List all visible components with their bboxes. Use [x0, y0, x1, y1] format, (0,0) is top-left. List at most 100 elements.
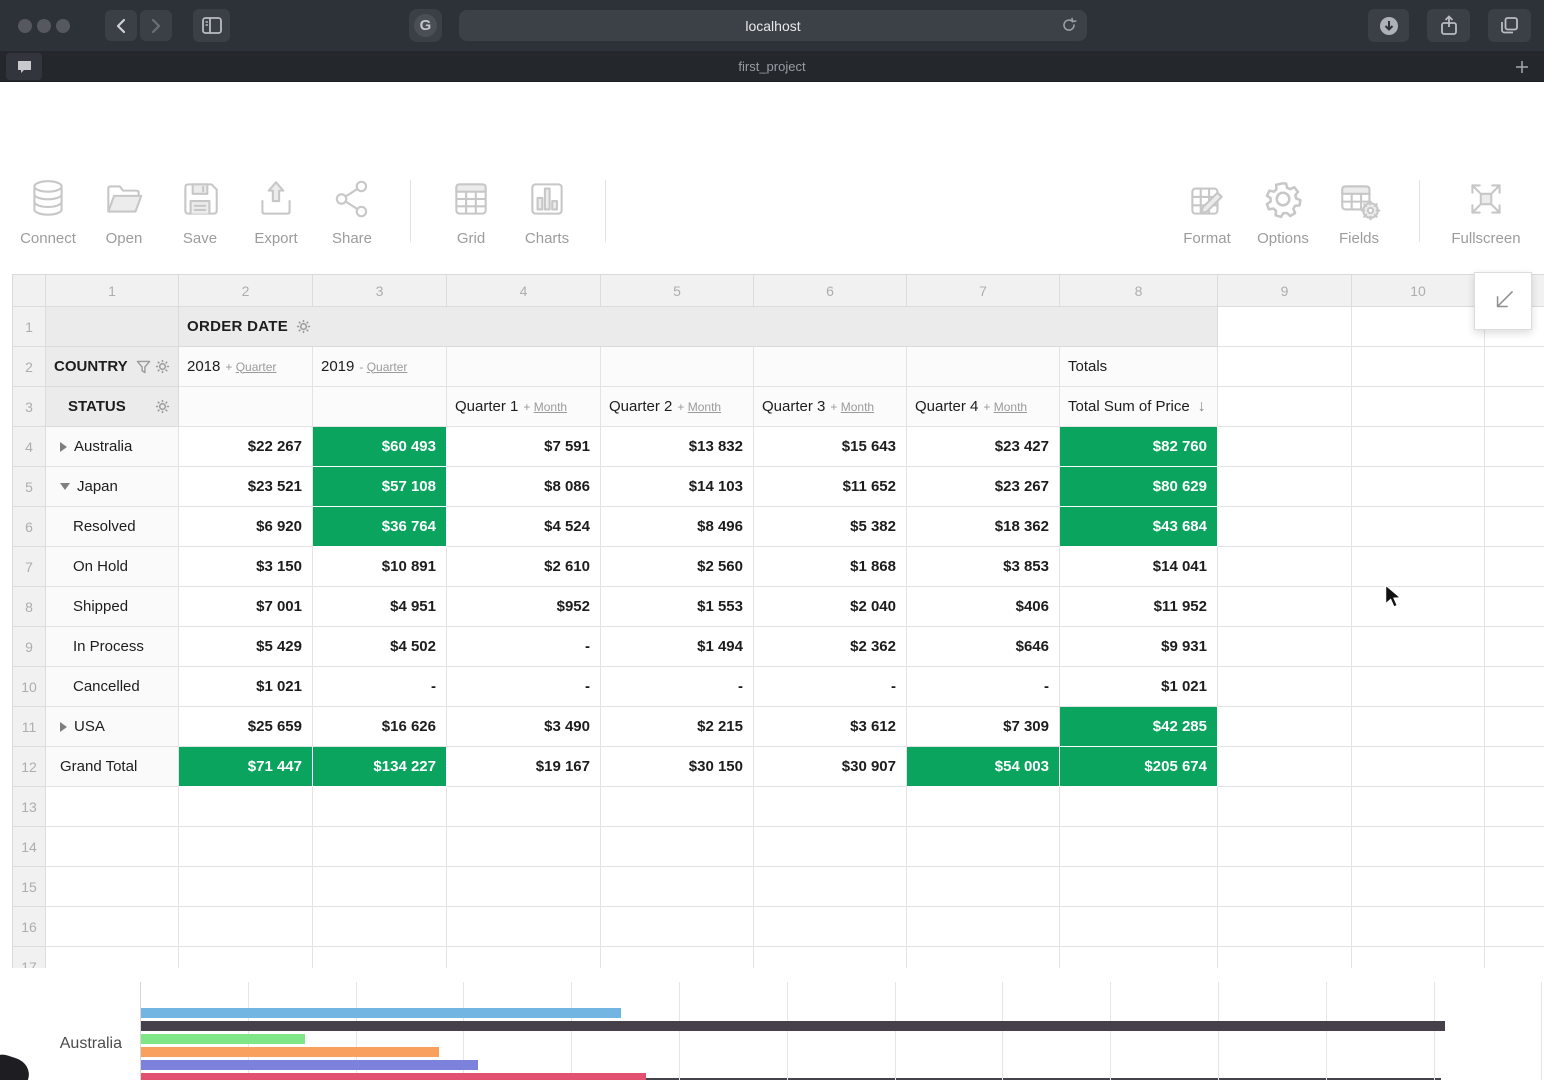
pivot-value-cell[interactable]: -	[447, 667, 601, 707]
pivot-value-cell[interactable]: $2 040	[754, 587, 907, 627]
empty-cell[interactable]	[1218, 827, 1352, 867]
pivot-value-cell[interactable]: $4 502	[313, 627, 447, 667]
pivot-value-cell[interactable]: $60 493	[313, 427, 447, 467]
pivot-row-header[interactable]: Grand Total	[46, 747, 179, 787]
empty-cell[interactable]	[46, 907, 179, 947]
empty-cell[interactable]	[1352, 667, 1485, 707]
pivot-value-cell[interactable]: $82 760	[1060, 427, 1218, 467]
pivot-value-cell[interactable]: $15 643	[754, 427, 907, 467]
pivot-value-cell[interactable]: $23 521	[179, 467, 313, 507]
pivot-value-cell[interactable]: -	[447, 627, 601, 667]
pivot-value-cell[interactable]: $23 427	[907, 427, 1060, 467]
empty-cell[interactable]	[1060, 907, 1218, 947]
empty-cell[interactable]	[1060, 827, 1218, 867]
empty-cell[interactable]	[1218, 707, 1352, 747]
empty-cell[interactable]	[1060, 787, 1218, 827]
pivot-value-cell[interactable]: $43 684	[1060, 507, 1218, 547]
status-field-header[interactable]: STATUS	[46, 387, 179, 427]
empty-cell[interactable]	[179, 827, 313, 867]
quarter-drill-link[interactable]: + Quarter	[225, 360, 276, 374]
empty-cell[interactable]	[1218, 587, 1352, 627]
empty-cell[interactable]	[1352, 707, 1485, 747]
pivot-value-cell[interactable]: $8 086	[447, 467, 601, 507]
pivot-value-cell[interactable]: $4 524	[447, 507, 601, 547]
year-2019-header[interactable]: 2019 - Quarter	[313, 347, 447, 387]
share-page-button[interactable]	[1427, 9, 1470, 42]
empty-cell[interactable]	[754, 827, 907, 867]
toolbar-fullscreen-button[interactable]: Fullscreen	[1448, 160, 1524, 247]
window-close-button[interactable]	[18, 19, 32, 33]
empty-cell[interactable]	[1218, 347, 1352, 387]
pivot-value-cell[interactable]: $134 227	[313, 747, 447, 787]
extension-button[interactable]: G	[409, 9, 442, 42]
empty-cell[interactable]	[1352, 747, 1485, 787]
pivot-value-cell[interactable]: $57 108	[313, 467, 447, 507]
empty-cell[interactable]	[46, 827, 179, 867]
pivot-row-header[interactable]: In Process	[46, 627, 179, 667]
empty-cell[interactable]	[179, 907, 313, 947]
pivot-value-cell[interactable]: -	[754, 667, 907, 707]
pivot-value-cell[interactable]: $952	[447, 587, 601, 627]
totals-header[interactable]: Totals	[1060, 347, 1218, 387]
empty-cell[interactable]	[1352, 787, 1485, 827]
empty-cell[interactable]	[601, 827, 754, 867]
empty-cell[interactable]	[1218, 947, 1352, 968]
empty-cell[interactable]	[754, 867, 907, 907]
empty-cell[interactable]	[179, 867, 313, 907]
empty-cell[interactable]	[1060, 867, 1218, 907]
toolbar-charts-button[interactable]: Charts	[509, 160, 585, 247]
empty-header-cell[interactable]	[179, 387, 313, 427]
empty-cell[interactable]	[1218, 547, 1352, 587]
order-date-header[interactable]: ORDER DATE	[179, 307, 1218, 347]
empty-cell[interactable]	[1060, 947, 1218, 968]
measure-header[interactable]: Total Sum of Price ↓	[1060, 387, 1218, 427]
quarter-header[interactable]: Quarter 4 + Month	[907, 387, 1060, 427]
empty-cell[interactable]	[907, 787, 1060, 827]
empty-cell[interactable]	[907, 907, 1060, 947]
field-settings-gear-icon[interactable]	[296, 319, 311, 334]
pivot-value-cell[interactable]: $14 103	[601, 467, 754, 507]
pivot-row-header[interactable]: Resolved	[46, 507, 179, 547]
pivot-value-cell[interactable]: $14 041	[1060, 547, 1218, 587]
empty-cell[interactable]	[907, 827, 1060, 867]
pivot-value-cell[interactable]: $30 150	[601, 747, 754, 787]
pivot-row-header[interactable]: Cancelled	[46, 667, 179, 707]
field-settings-gear-icon[interactable]	[155, 359, 170, 374]
empty-cell[interactable]	[1352, 347, 1485, 387]
empty-cell[interactable]	[1352, 387, 1485, 427]
pivot-row-header[interactable]: Japan	[46, 467, 179, 507]
empty-cell[interactable]	[1352, 947, 1485, 968]
country-field-header[interactable]: COUNTRY	[46, 347, 179, 387]
empty-cell[interactable]	[1352, 827, 1485, 867]
pivot-value-cell[interactable]: $18 362	[907, 507, 1060, 547]
pivot-value-cell[interactable]: $3 490	[447, 707, 601, 747]
pivot-value-cell[interactable]: $54 003	[907, 747, 1060, 787]
pivot-value-cell[interactable]: $7 591	[447, 427, 601, 467]
empty-cell[interactable]	[1218, 507, 1352, 547]
pivot-value-cell[interactable]: $3 150	[179, 547, 313, 587]
empty-cell[interactable]	[601, 947, 754, 968]
empty-cell[interactable]	[1352, 587, 1485, 627]
pivot-value-cell[interactable]: $1 021	[1060, 667, 1218, 707]
pivot-value-cell[interactable]: $3 853	[907, 547, 1060, 587]
empty-header-cell[interactable]	[447, 347, 601, 387]
year-2018-header[interactable]: 2018 + Quarter	[179, 347, 313, 387]
quarter-header[interactable]: Quarter 2 + Month	[601, 387, 754, 427]
empty-cell[interactable]	[1352, 547, 1485, 587]
pivot-value-cell[interactable]: -	[907, 667, 1060, 707]
pivot-value-cell[interactable]: $10 891	[313, 547, 447, 587]
empty-cell[interactable]	[1218, 467, 1352, 507]
pivot-value-cell[interactable]: $42 285	[1060, 707, 1218, 747]
pivot-row-header[interactable]: Australia	[46, 427, 179, 467]
quarter-collapse-link[interactable]: - Quarter	[359, 360, 407, 374]
back-button[interactable]	[105, 10, 137, 41]
url-bar[interactable]: localhost	[459, 10, 1087, 41]
empty-cell[interactable]	[46, 947, 179, 968]
empty-cell[interactable]	[313, 787, 447, 827]
empty-cell[interactable]	[601, 787, 754, 827]
pivot-value-cell[interactable]: $36 764	[313, 507, 447, 547]
pivot-value-cell[interactable]: $11 652	[754, 467, 907, 507]
pivot-value-cell[interactable]: $13 832	[601, 427, 754, 467]
empty-cell[interactable]	[754, 787, 907, 827]
pivot-value-cell[interactable]: $25 659	[179, 707, 313, 747]
